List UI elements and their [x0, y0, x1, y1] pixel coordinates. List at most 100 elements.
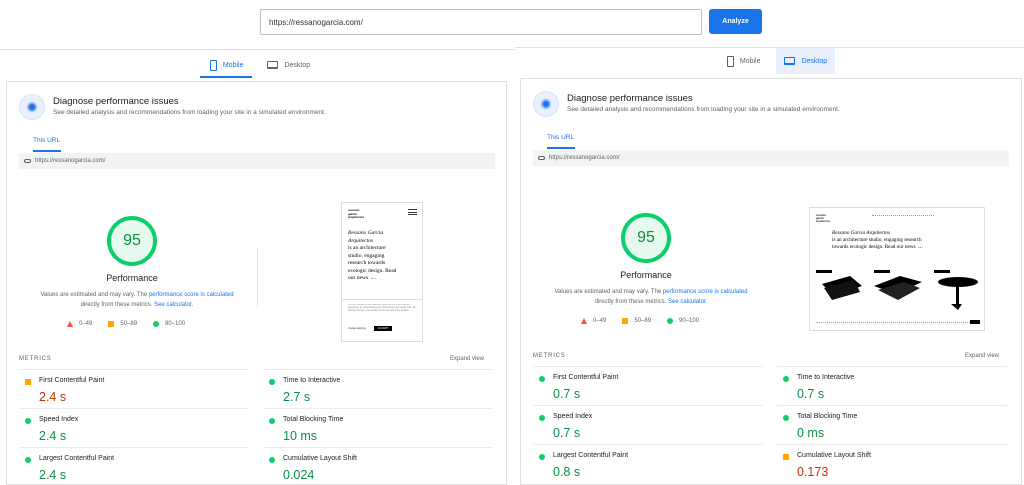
metric-name: Cumulative Layout Shift: [283, 455, 357, 462]
thumb-line-5: research towards: [348, 260, 386, 266]
legend-fail-label: 0–49: [593, 318, 607, 324]
metric-cls: Cumulative Layout Shift 0.173: [777, 444, 1007, 482]
legend-fail: 0–49: [67, 321, 92, 327]
thumb-line-3: towards ecologic design. Read our news →…: [832, 244, 924, 250]
tab-desktop[interactable]: Desktop: [259, 52, 318, 78]
thumb-line-1: Ressano Garcia Arquitectos: [832, 230, 891, 236]
pass-circle-icon: [25, 418, 31, 424]
metric-lcp: Largest Contentful Paint 2.4 s: [19, 447, 249, 485]
thumb-line-1: Ressano Garcia: [348, 230, 384, 236]
metric-name: Time to Interactive: [797, 374, 855, 381]
expand-view-link[interactable]: Expand view: [450, 356, 484, 362]
metrics-heading: METRICS: [533, 353, 566, 359]
diagnose-subtitle: See detailed analysis and recommendation…: [53, 109, 326, 116]
metric-name: First Contentful Paint: [39, 377, 105, 384]
tab-this-url[interactable]: This URL: [33, 137, 60, 144]
url-input[interactable]: https://ressanogarcia.com/: [260, 9, 702, 35]
laptop-icon: [784, 57, 796, 65]
metric-fcp: First Contentful Paint 2.4 s: [19, 369, 249, 407]
device-tabs-left: Mobile Desktop: [200, 52, 320, 78]
pass-circle-icon: [269, 418, 275, 424]
thumb-line-2: is an architecture studio, engaging rese…: [832, 237, 922, 243]
metric-name: Speed Index: [553, 413, 593, 420]
header-divider: [0, 49, 515, 50]
thumb-line-6: ecologic design. Read: [348, 267, 397, 274]
fail-triangle-icon: [67, 321, 73, 327]
diagnose-title: Diagnose performance issues: [53, 96, 179, 107]
metric-si: Speed Index 2.4 s: [19, 408, 249, 446]
phone-icon: [726, 55, 734, 67]
average-square-icon: [622, 318, 629, 324]
legend-average: 50–89: [108, 321, 137, 327]
metric-tti: Time to Interactive 0.7 s: [777, 366, 1007, 404]
performance-label: Performance: [620, 270, 672, 280]
tab-desktop-label: Desktop: [801, 57, 828, 65]
score-legend: 0–49 50–89 90–100: [581, 318, 699, 324]
metrics-heading: METRICS: [19, 356, 52, 362]
thumb-line-3: is an architecture: [348, 245, 386, 251]
link-icon: [538, 156, 545, 160]
thumb-footer-bar: [816, 322, 980, 324]
search-bar: https://ressanogarcia.com/ Analyze: [0, 0, 1024, 50]
pass-circle-icon: [667, 318, 674, 324]
average-square-icon: [108, 321, 115, 327]
this-url-underline: [33, 150, 61, 152]
device-tabs-right: Mobile Desktop: [712, 48, 842, 74]
legend-pass: 90–100: [153, 321, 185, 327]
score-legend: 0–49 50–89 90–100: [67, 321, 185, 327]
hamburger-icon: [408, 209, 417, 215]
tab-mobile[interactable]: Mobile: [202, 52, 252, 78]
tab-desktop[interactable]: Desktop: [776, 48, 836, 74]
calculator-link[interactable]: See calculator.: [154, 302, 193, 308]
metric-name: Time to Interactive: [283, 377, 341, 384]
performance-gauge: 95: [107, 216, 157, 266]
average-square-icon: [25, 379, 31, 385]
legend-pass-label: 90–100: [679, 318, 700, 324]
note-text-1: Values are estimated and may vary. The: [40, 292, 149, 298]
tab-mobile-label: Mobile: [222, 61, 244, 69]
thumb-project-images: [816, 270, 978, 310]
score-calc-link[interactable]: performance score is calculated: [663, 289, 748, 295]
legend-average: 50–89: [622, 318, 651, 324]
score-calc-link[interactable]: performance score is calculated: [149, 292, 234, 298]
metric-value: 2.4 s: [39, 468, 67, 482]
thumb-line-2: Arquitectos: [348, 237, 374, 244]
report-card-mobile: Diagnose performance issues See detailed…: [6, 81, 507, 485]
thumb-line-4: studio, engaging: [348, 252, 385, 259]
expand-view-link[interactable]: Expand view: [965, 353, 999, 359]
legend-pass: 90–100: [667, 318, 699, 324]
tab-this-url[interactable]: This URL: [547, 134, 574, 141]
diagnose-title: Diagnose performance issues: [567, 93, 693, 104]
legend-pass-label: 90–100: [165, 321, 186, 327]
desktop-screenshot-thumbnail: ressano garcia arquitectos Ressano Garci…: [809, 207, 985, 331]
metric-value: 2.7 s: [283, 390, 311, 404]
metric-name: First Contentful Paint: [553, 374, 619, 381]
pass-circle-icon: [153, 321, 160, 327]
pass-circle-icon: [539, 454, 545, 460]
thumb-line-7: our news →.: [348, 275, 377, 281]
metric-name: Total Blocking Time: [283, 416, 344, 423]
metric-fcp: First Contentful Paint 0.7 s: [533, 366, 763, 404]
legend-fail-label: 0–49: [79, 321, 93, 327]
pass-circle-icon: [539, 376, 545, 382]
pass-circle-icon: [269, 457, 275, 463]
metric-name: Largest Contentful Paint: [553, 452, 629, 459]
metric-value: 0.7 s: [797, 387, 825, 401]
calculator-link[interactable]: See calculator.: [668, 299, 707, 305]
metric-value: 0.173: [797, 465, 829, 479]
metric-tbt: Total Blocking Time 10 ms: [263, 408, 493, 446]
metric-value: 2.4 s: [39, 390, 67, 404]
thumb-cookie-text: We use cookies on our website to give yo…: [348, 304, 416, 312]
summary-divider: [257, 247, 258, 307]
metric-value: 0 ms: [797, 426, 825, 440]
metric-tbt: Total Blocking Time 0 ms: [777, 405, 1007, 443]
pass-circle-icon: [25, 457, 31, 463]
metric-si: Speed Index 0.7 s: [533, 405, 763, 443]
thumb-nav: [872, 215, 934, 217]
analyze-button[interactable]: Analyze: [709, 9, 762, 34]
metric-value: 2.4 s: [39, 429, 67, 443]
tab-mobile[interactable]: Mobile: [719, 48, 769, 74]
pass-circle-icon: [783, 415, 789, 421]
thumb-cookie-banner: We use cookies on our website to give yo…: [342, 299, 422, 341]
metric-value: 0.024: [283, 468, 315, 482]
